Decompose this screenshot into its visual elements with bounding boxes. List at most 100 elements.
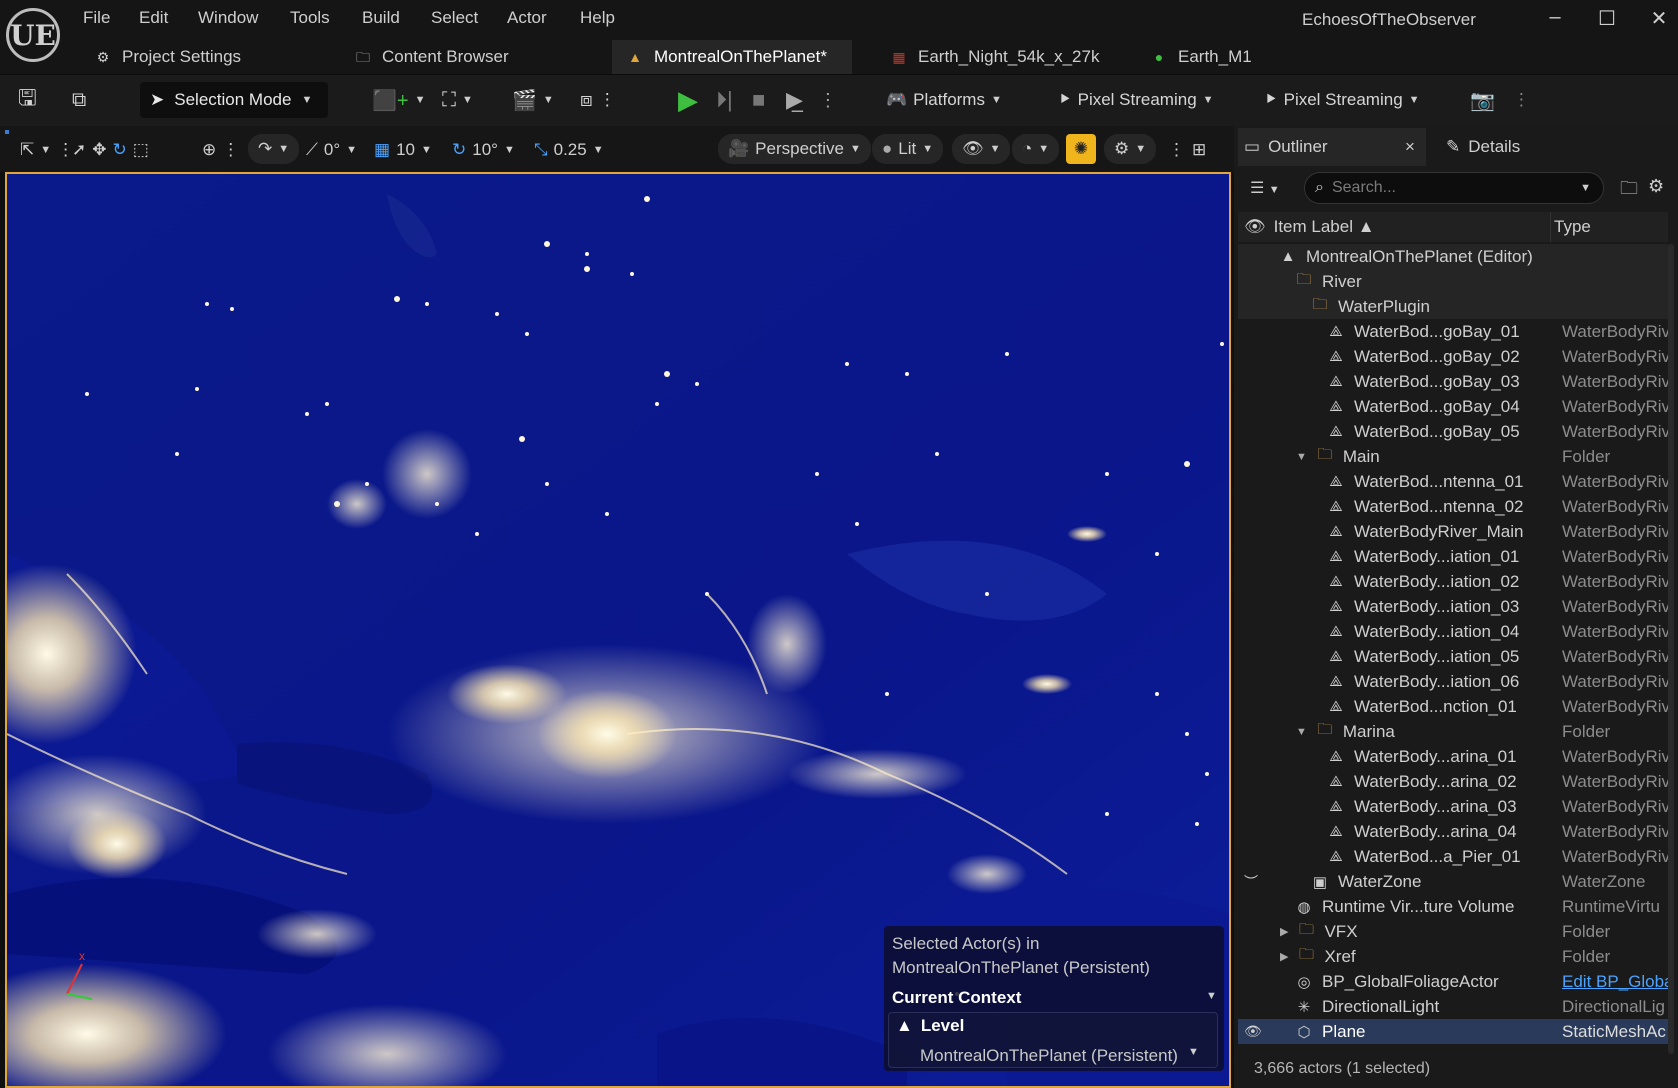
outliner-row[interactable]: ◎ BP_GlobalFoliageActor Edit BP_Globa [1238,969,1668,994]
menu-edit[interactable]: Edit [139,8,168,30]
visibility-eye-icon[interactable]: ︶ [1244,872,1258,892]
settings-dropdown[interactable]: ⚙ ▼ [1104,134,1157,164]
surface-snap-button[interactable]: ↷ ▼ [248,134,300,164]
outliner-search[interactable]: ⌕ Search... ▼ [1304,172,1604,204]
outliner-row[interactable]: ⟁ WaterBody...iation_02 WaterBodyRiv [1238,569,1668,594]
outliner-row[interactable]: ⟁ WaterBody...arina_04 WaterBodyRiv [1238,819,1668,844]
outliner-row[interactable]: ⟁ WaterBod...goBay_05 WaterBodyRiv [1238,419,1668,444]
menu-file[interactable]: File [83,8,110,30]
show-dropdown[interactable]: 👁 ▼ [952,134,1011,164]
tab-details[interactable]: ✎ Details [1446,130,1520,164]
row-type[interactable]: Edit BP_Globa [1562,972,1668,992]
surface-angle-snap[interactable]: ⟋ 0° ▼ [306,134,357,166]
close-button[interactable]: ✕ [1644,6,1674,31]
scale-icon[interactable]: ⬚ [133,140,149,160]
outliner-row[interactable]: ⟁ WaterBod...a_Pier_01 WaterBodyRiv [1238,844,1668,869]
menu-actor[interactable]: Actor [507,8,547,30]
source-control-button[interactable]: ⧈ ⋮ [580,80,616,120]
outliner-row[interactable]: ⟁ WaterBod...nction_01 WaterBodyRiv [1238,694,1668,719]
rotation-snap[interactable]: ↻ 10° ▼ [452,134,515,166]
outliner-row[interactable]: ⟁ WaterBody...iation_05 WaterBodyRiv [1238,644,1668,669]
lit-dropdown[interactable]: ● Lit ▼ [872,134,944,164]
outliner-row[interactable]: 🗀 River [1238,269,1668,294]
collapse-arrow-icon[interactable]: ▶ [1280,950,1288,963]
outliner-row[interactable]: 🗀 WaterPlugin [1238,294,1668,319]
tab-project-settings[interactable]: ⚙ Project Settings [80,40,255,74]
select-arrow-icon[interactable]: ➚ [72,140,86,160]
chevron-down-icon[interactable]: ▼ [1206,990,1217,1002]
realtime-toggle[interactable]: ✺ [1066,134,1096,164]
outliner-row[interactable]: ⟁ WaterBody...iation_04 WaterBodyRiv [1238,619,1668,644]
outliner-row[interactable]: ⟁ WaterBod...goBay_03 WaterBodyRiv [1238,369,1668,394]
performance-dropdown[interactable]: ◔ ▼ [1012,134,1060,164]
save-icon[interactable]: 🖫 [18,80,37,120]
add-actor-button[interactable]: ⬛+ ▼ [372,80,425,120]
stop-button[interactable]: ■ [752,80,765,120]
new-folder-icon[interactable]: 🗀 [1620,176,1638,206]
outliner-row[interactable]: ⟁ WaterBody...iation_01 WaterBodyRiv [1238,544,1668,569]
tab-outliner[interactable]: ▭ Outliner [1244,130,1328,164]
menu-select[interactable]: Select [431,8,478,30]
outliner-row[interactable]: ⟁ WaterBody...iation_06 WaterBodyRiv [1238,669,1668,694]
outliner-row[interactable]: ▼ 🗀 Main Folder [1238,444,1668,469]
tab-earth-night-texture[interactable]: ▦ Earth_Night_54k_x_27k [876,40,1113,74]
transform-tools[interactable]: ➚ ✥ ↻ ⬚ [72,134,149,166]
outliner-row[interactable]: ◍ Runtime Vir...ture Volume RuntimeVirtu [1238,894,1668,919]
outliner-row[interactable]: ⟁ WaterBod...goBay_02 WaterBodyRiv [1238,344,1668,369]
select-tool-dropdown[interactable]: ⇱ ▼ ⋮ [20,134,74,166]
pixel-streaming-button-2[interactable]: ⯈ Pixel Streaming ▼ [1264,80,1420,120]
outliner-row[interactable]: ⟁ WaterBod...ntenna_01 WaterBodyRiv [1238,469,1668,494]
selection-mode-dropdown[interactable]: ➤ Selection Mode ▼ [140,82,328,118]
outliner-row[interactable]: ▶ 🗀 Xref Folder [1238,944,1668,969]
visibility-eye-icon[interactable]: 👁 [1244,1023,1262,1040]
tab-earth-material[interactable]: ● Earth_M1 [1136,40,1266,74]
rotate-icon[interactable]: ↻ [113,140,127,160]
pixel-streaming-button-1[interactable]: ⯈ Pixel Streaming ▼ [1058,80,1214,120]
unreal-logo[interactable]: UE [6,8,60,62]
outliner-row[interactable]: ︶ ▣ WaterZone WaterZone [1238,869,1668,894]
outliner-row[interactable]: 👁 ⬡ Plane StaticMeshAc [1238,1019,1668,1044]
outliner-row[interactable]: ⟁ WaterBodyRiver_Main WaterBodyRiv [1238,519,1668,544]
outliner-scrollbar[interactable] [1668,244,1674,1054]
outliner-row[interactable]: ⟁ WaterBody...arina_02 WaterBodyRiv [1238,769,1668,794]
browse-icon[interactable]: ⧉ [72,80,86,120]
menu-help[interactable]: Help [580,8,615,30]
outliner-row[interactable]: ▼ 🗀 Marina Folder [1238,719,1668,744]
tab-montreal-level[interactable]: ▲ MontrealOnThePlanet* [612,40,852,74]
maximize-button[interactable]: ☐ [1592,6,1622,31]
filter-dropdown[interactable]: ☰ ▼ [1250,178,1280,198]
outliner-row[interactable]: ▶ 🗀 VFX Folder [1238,919,1668,944]
gear-icon[interactable]: ⚙ [1648,176,1664,197]
outliner-row[interactable]: ⟁ WaterBody...iation_03 WaterBodyRiv [1238,594,1668,619]
cinematics-button[interactable]: 🎬 ▼ [512,80,554,120]
expand-arrow-icon[interactable]: ▼ [1296,726,1307,738]
outliner-row[interactable]: ⟁ WaterBody...arina_03 WaterBodyRiv [1238,794,1668,819]
level-value-dropdown[interactable]: MontrealOnThePlanet (Persistent) ▼ [920,1046,1199,1066]
eye-icon[interactable]: 👁 [1244,217,1266,237]
outliner-row[interactable]: ▲ MontrealOnThePlanet (Editor) [1238,244,1668,269]
column-item-label[interactable]: Item Label ▲ [1274,217,1375,237]
layout-button[interactable]: ⊞ [1192,134,1206,166]
play-button[interactable]: ▶ [678,80,698,120]
menu-build[interactable]: Build [362,8,400,30]
close-outliner-tab[interactable]: × [1405,130,1415,164]
outliner-row[interactable]: ⟁ WaterBod...goBay_04 WaterBodyRiv [1238,394,1668,419]
outliner-row[interactable]: ⟁ WaterBody...arina_01 WaterBodyRiv [1238,744,1668,769]
platforms-button[interactable]: 🎮 Platforms ▼ [886,80,1002,120]
menu-tools[interactable]: Tools [290,8,330,30]
expand-arrow-icon[interactable]: ▼ [1296,451,1307,463]
blueprint-button[interactable]: ⛶ ▼ [442,80,473,120]
scale-snap[interactable]: ⤡ 0.25 ▼ [534,134,604,166]
outliner-row[interactable]: ⟁ WaterBod...goBay_01 WaterBodyRiv [1238,319,1668,344]
menu-window[interactable]: Window [198,8,258,30]
grid-snap[interactable]: ▦ 10 ▼ [374,134,432,166]
minimize-button[interactable]: – [1540,6,1570,29]
collapse-arrow-icon[interactable]: ▶ [1280,925,1288,938]
outliner-row[interactable]: ⟁ WaterBod...ntenna_02 WaterBodyRiv [1238,494,1668,519]
step-button[interactable]: ⏵| [716,80,733,120]
perspective-dropdown[interactable]: 🎥 Perspective ▼ [718,134,871,164]
camera-button[interactable]: 📷 ⋮ [1470,80,1530,120]
translate-icon[interactable]: ✥ [92,140,106,160]
eject-button[interactable]: ▶̲ ⋮ [786,80,837,120]
world-local-toggle[interactable]: ⊕ ⋮ [202,134,239,166]
